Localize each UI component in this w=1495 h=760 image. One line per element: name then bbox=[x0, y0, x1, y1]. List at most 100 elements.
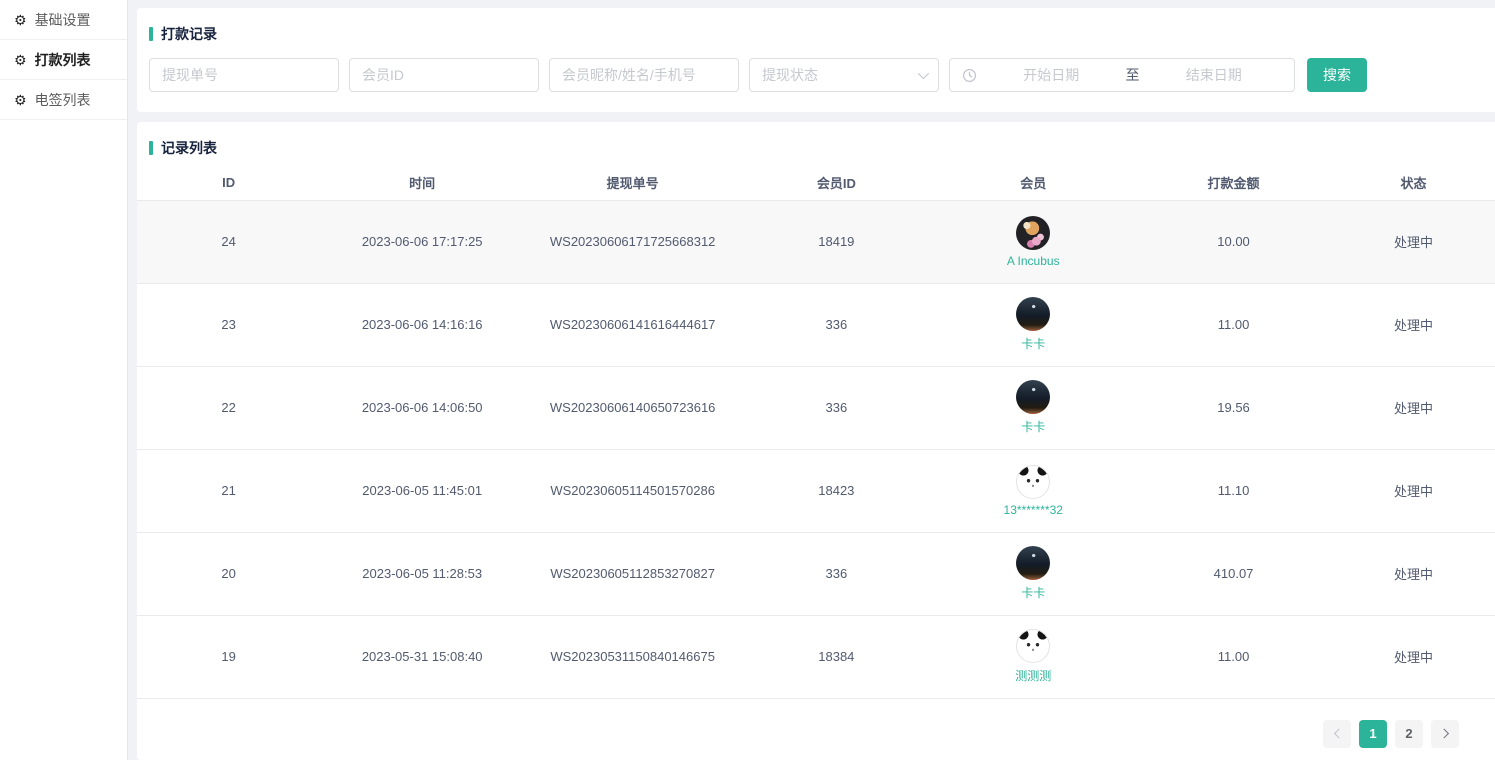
cell-member-id: 336 bbox=[741, 283, 931, 366]
chevron-left-icon bbox=[1333, 729, 1343, 739]
title-accent-bar bbox=[149, 141, 153, 155]
records-table: ID 时间 提现单号 会员ID 会员 打款金额 状态 24 2023-06-06… bbox=[137, 166, 1495, 699]
search-button[interactable]: 搜索 bbox=[1307, 58, 1367, 92]
sidebar-item-label: 基础设置 bbox=[35, 10, 91, 30]
title-accent-bar bbox=[149, 27, 153, 41]
date-range-separator: 至 bbox=[1126, 65, 1140, 85]
pagination-prev-button[interactable] bbox=[1323, 720, 1351, 748]
sidebar: ⚙ 基础设置 ⚙ 打款列表 ⚙ 电签列表 bbox=[0, 0, 128, 760]
cell-time: 2023-06-05 11:28:53 bbox=[320, 532, 524, 615]
cell-status: 处理中 bbox=[1332, 615, 1495, 698]
member-avatar[interactable] bbox=[1016, 465, 1050, 499]
cell-member: 测测测 bbox=[931, 615, 1135, 698]
cell-amount: 11.00 bbox=[1135, 615, 1332, 698]
chevron-right-icon bbox=[1439, 729, 1449, 739]
col-header-amount: 打款金额 bbox=[1135, 166, 1332, 200]
gear-icon: ⚙ bbox=[14, 13, 27, 27]
cell-member: 13*******32 bbox=[931, 449, 1135, 532]
status-select-placeholder: 提现状态 bbox=[762, 65, 818, 85]
cell-member-id: 18419 bbox=[741, 200, 931, 283]
cell-status: 处理中 bbox=[1332, 532, 1495, 615]
cell-order-no: WS20230606171725668312 bbox=[524, 200, 741, 283]
cell-status: 处理中 bbox=[1332, 449, 1495, 532]
records-panel: 记录列表 ID 时间 提现单号 会员ID 会员 打款金额 状态 24 20 bbox=[137, 122, 1495, 760]
col-header-order-no: 提现单号 bbox=[524, 166, 741, 200]
sidebar-item-basic-settings[interactable]: ⚙ 基础设置 bbox=[0, 0, 127, 40]
cell-amount: 11.00 bbox=[1135, 283, 1332, 366]
pagination-pages: 12 bbox=[1359, 720, 1423, 748]
filter-row: 提现状态 开始日期 至 结束日期 搜索 bbox=[137, 44, 1495, 92]
cell-id: 20 bbox=[137, 532, 320, 615]
member-name-link[interactable]: 卡卡 bbox=[1021, 335, 1045, 352]
member-name-link[interactable]: A Incubus bbox=[1007, 254, 1060, 268]
search-panel: 打款记录 提现状态 开始日期 至 结束日期 搜索 bbox=[137, 8, 1495, 112]
end-date-placeholder: 结束日期 bbox=[1146, 65, 1283, 85]
cell-member: 卡卡 bbox=[931, 366, 1135, 449]
member-info-input[interactable] bbox=[549, 58, 739, 92]
gear-icon: ⚙ bbox=[14, 93, 27, 107]
col-header-id: ID bbox=[137, 166, 320, 200]
sidebar-item-payment-list[interactable]: ⚙ 打款列表 bbox=[0, 40, 127, 80]
table-row: 19 2023-05-31 15:08:40 WS202305311508401… bbox=[137, 615, 1495, 698]
cell-member: 卡卡 bbox=[931, 532, 1135, 615]
search-panel-title-text: 打款记录 bbox=[161, 24, 217, 44]
sidebar-item-esign-list[interactable]: ⚙ 电签列表 bbox=[0, 80, 127, 120]
cell-order-no: WS20230605114501570286 bbox=[524, 449, 741, 532]
cell-member: A Incubus bbox=[931, 200, 1135, 283]
page-button-1[interactable]: 1 bbox=[1359, 720, 1387, 748]
member-avatar[interactable] bbox=[1016, 629, 1050, 663]
cell-time: 2023-06-06 14:06:50 bbox=[320, 366, 524, 449]
member-avatar[interactable] bbox=[1016, 380, 1050, 414]
order-no-input[interactable] bbox=[149, 58, 339, 92]
table-row: 24 2023-06-06 17:17:25 WS202306061717256… bbox=[137, 200, 1495, 283]
sidebar-item-label: 打款列表 bbox=[35, 50, 91, 70]
cell-id: 19 bbox=[137, 615, 320, 698]
cell-status: 处理中 bbox=[1332, 200, 1495, 283]
table-body: 24 2023-06-06 17:17:25 WS202306061717256… bbox=[137, 200, 1495, 698]
cell-id: 23 bbox=[137, 283, 320, 366]
table-header-row: ID 时间 提现单号 会员ID 会员 打款金额 状态 bbox=[137, 166, 1495, 200]
member-name-link[interactable]: 13*******32 bbox=[1004, 503, 1063, 517]
member-avatar[interactable] bbox=[1016, 216, 1050, 250]
cell-amount: 19.56 bbox=[1135, 366, 1332, 449]
table-row: 20 2023-06-05 11:28:53 WS202306051128532… bbox=[137, 532, 1495, 615]
member-name-link[interactable]: 卡卡 bbox=[1021, 584, 1045, 601]
pagination: 12 bbox=[137, 699, 1495, 748]
cell-status: 处理中 bbox=[1332, 283, 1495, 366]
col-header-member-id: 会员ID bbox=[741, 166, 931, 200]
cell-time: 2023-05-31 15:08:40 bbox=[320, 615, 524, 698]
col-header-time: 时间 bbox=[320, 166, 524, 200]
sidebar-item-label: 电签列表 bbox=[35, 90, 91, 110]
pagination-next-button[interactable] bbox=[1431, 720, 1459, 748]
cell-member-id: 336 bbox=[741, 532, 931, 615]
search-panel-title: 打款记录 bbox=[137, 8, 1495, 44]
records-panel-title-text: 记录列表 bbox=[161, 138, 217, 158]
cell-time: 2023-06-06 17:17:25 bbox=[320, 200, 524, 283]
cell-member-id: 18423 bbox=[741, 449, 931, 532]
cell-order-no: WS20230531150840146675 bbox=[524, 615, 741, 698]
records-panel-title: 记录列表 bbox=[137, 122, 1495, 158]
cell-amount: 10.00 bbox=[1135, 200, 1332, 283]
member-id-input[interactable] bbox=[349, 58, 539, 92]
main-content: 打款记录 提现状态 开始日期 至 结束日期 搜索 bbox=[128, 0, 1495, 760]
gear-icon: ⚙ bbox=[14, 53, 27, 67]
table-row: 23 2023-06-06 14:16:16 WS202306061416164… bbox=[137, 283, 1495, 366]
date-range-picker[interactable]: 开始日期 至 结束日期 bbox=[949, 58, 1295, 92]
col-header-status: 状态 bbox=[1332, 166, 1495, 200]
cell-id: 24 bbox=[137, 200, 320, 283]
member-name-link[interactable]: 测测测 bbox=[1015, 667, 1051, 684]
start-date-placeholder: 开始日期 bbox=[983, 65, 1120, 85]
page-button-2[interactable]: 2 bbox=[1395, 720, 1423, 748]
cell-time: 2023-06-06 14:16:16 bbox=[320, 283, 524, 366]
cell-order-no: WS20230606140650723616 bbox=[524, 366, 741, 449]
cell-time: 2023-06-05 11:45:01 bbox=[320, 449, 524, 532]
chevron-down-icon bbox=[918, 68, 929, 79]
member-avatar[interactable] bbox=[1016, 546, 1050, 580]
cell-status: 处理中 bbox=[1332, 366, 1495, 449]
cell-amount: 11.10 bbox=[1135, 449, 1332, 532]
cell-id: 22 bbox=[137, 366, 320, 449]
status-select[interactable]: 提现状态 bbox=[749, 58, 939, 92]
member-name-link[interactable]: 卡卡 bbox=[1021, 418, 1045, 435]
col-header-member: 会员 bbox=[931, 166, 1135, 200]
member-avatar[interactable] bbox=[1016, 297, 1050, 331]
